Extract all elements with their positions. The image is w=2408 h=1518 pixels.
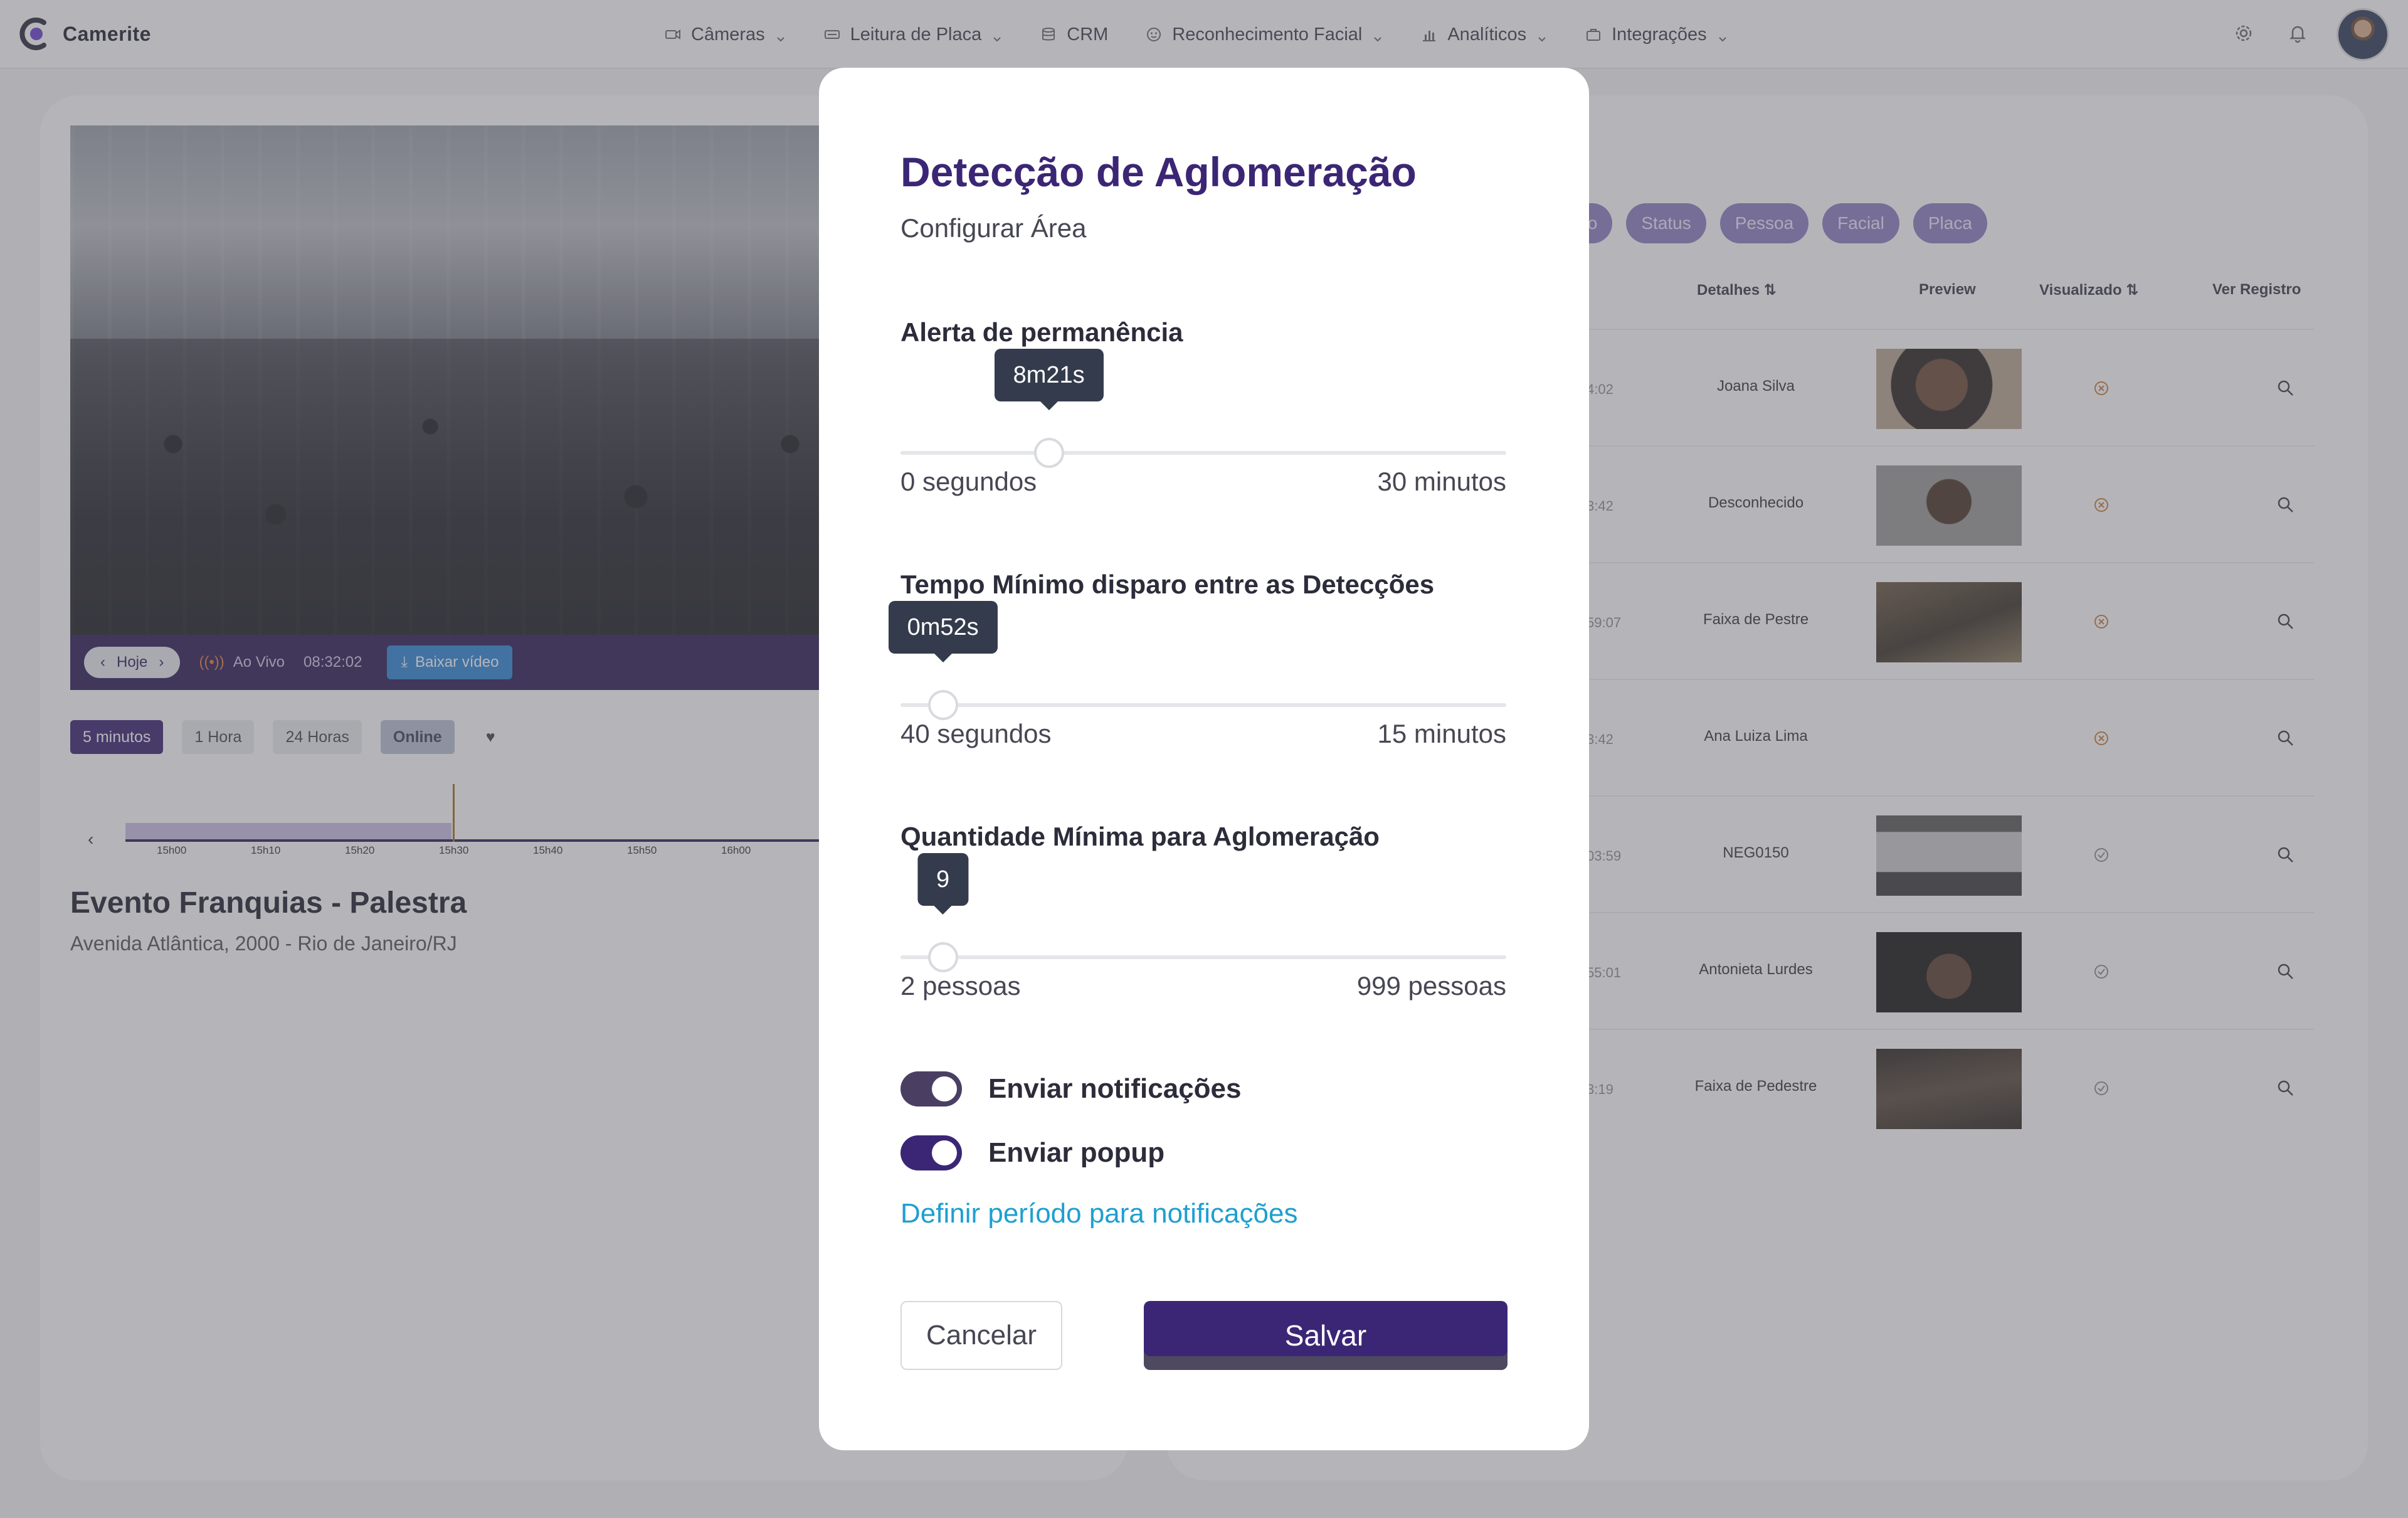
toggle-knob bbox=[932, 1076, 957, 1101]
min-quantity-min-label: 2 pessoas bbox=[900, 971, 1021, 1001]
toggle-knob bbox=[932, 1140, 957, 1165]
min-interval-min-label: 40 segundos bbox=[900, 719, 1052, 748]
slider-handle[interactable] bbox=[927, 690, 958, 720]
send-notifications-toggle[interactable] bbox=[900, 1071, 962, 1107]
min-interval-label: Tempo Mínimo disparo entre as Detecções bbox=[900, 570, 1435, 599]
cancel-button[interactable]: Cancelar bbox=[900, 1301, 1062, 1370]
send-popup-toggle[interactable] bbox=[900, 1135, 962, 1170]
min-interval-value-tooltip: 0m52s bbox=[888, 601, 998, 662]
min-quantity-slider[interactable] bbox=[900, 938, 1506, 976]
slider-track[interactable] bbox=[900, 703, 1506, 707]
min-quantity-value-tooltip: 9 bbox=[917, 853, 969, 915]
send-notifications-row[interactable]: Enviar notificações bbox=[900, 1071, 1241, 1107]
slider-track[interactable] bbox=[900, 955, 1506, 959]
permanence-max-label: 30 minutos bbox=[1377, 467, 1506, 496]
send-popup-row[interactable]: Enviar popup bbox=[900, 1135, 1164, 1170]
permanence-value-tooltip: 8m21s bbox=[994, 349, 1104, 410]
notification-period-link[interactable]: Definir período para notificações bbox=[900, 1198, 1297, 1229]
min-interval-slider[interactable] bbox=[900, 686, 1506, 724]
save-button[interactable]: Salvar bbox=[1144, 1301, 1508, 1370]
permanence-min-label: 0 segundos bbox=[900, 467, 1037, 496]
crowd-detection-modal: Detecção de Aglomeração Configurar Área … bbox=[819, 68, 1589, 1450]
permanence-alert-label: Alerta de permanência bbox=[900, 317, 1183, 347]
min-quantity-label: Quantidade Mínima para Aglomeração bbox=[900, 822, 1380, 851]
modal-title: Detecção de Aglomeração bbox=[900, 149, 1417, 195]
slider-handle[interactable] bbox=[927, 942, 958, 972]
slider-track[interactable] bbox=[900, 451, 1506, 455]
min-quantity-max-label: 999 pessoas bbox=[1356, 971, 1506, 1001]
modal-subtitle: Configurar Área bbox=[900, 213, 1087, 243]
permanence-slider[interactable] bbox=[900, 434, 1506, 472]
min-interval-max-label: 15 minutos bbox=[1377, 719, 1506, 748]
slider-handle[interactable] bbox=[1033, 438, 1064, 468]
send-notifications-label: Enviar notificações bbox=[988, 1073, 1242, 1104]
send-popup-label: Enviar popup bbox=[988, 1137, 1165, 1168]
